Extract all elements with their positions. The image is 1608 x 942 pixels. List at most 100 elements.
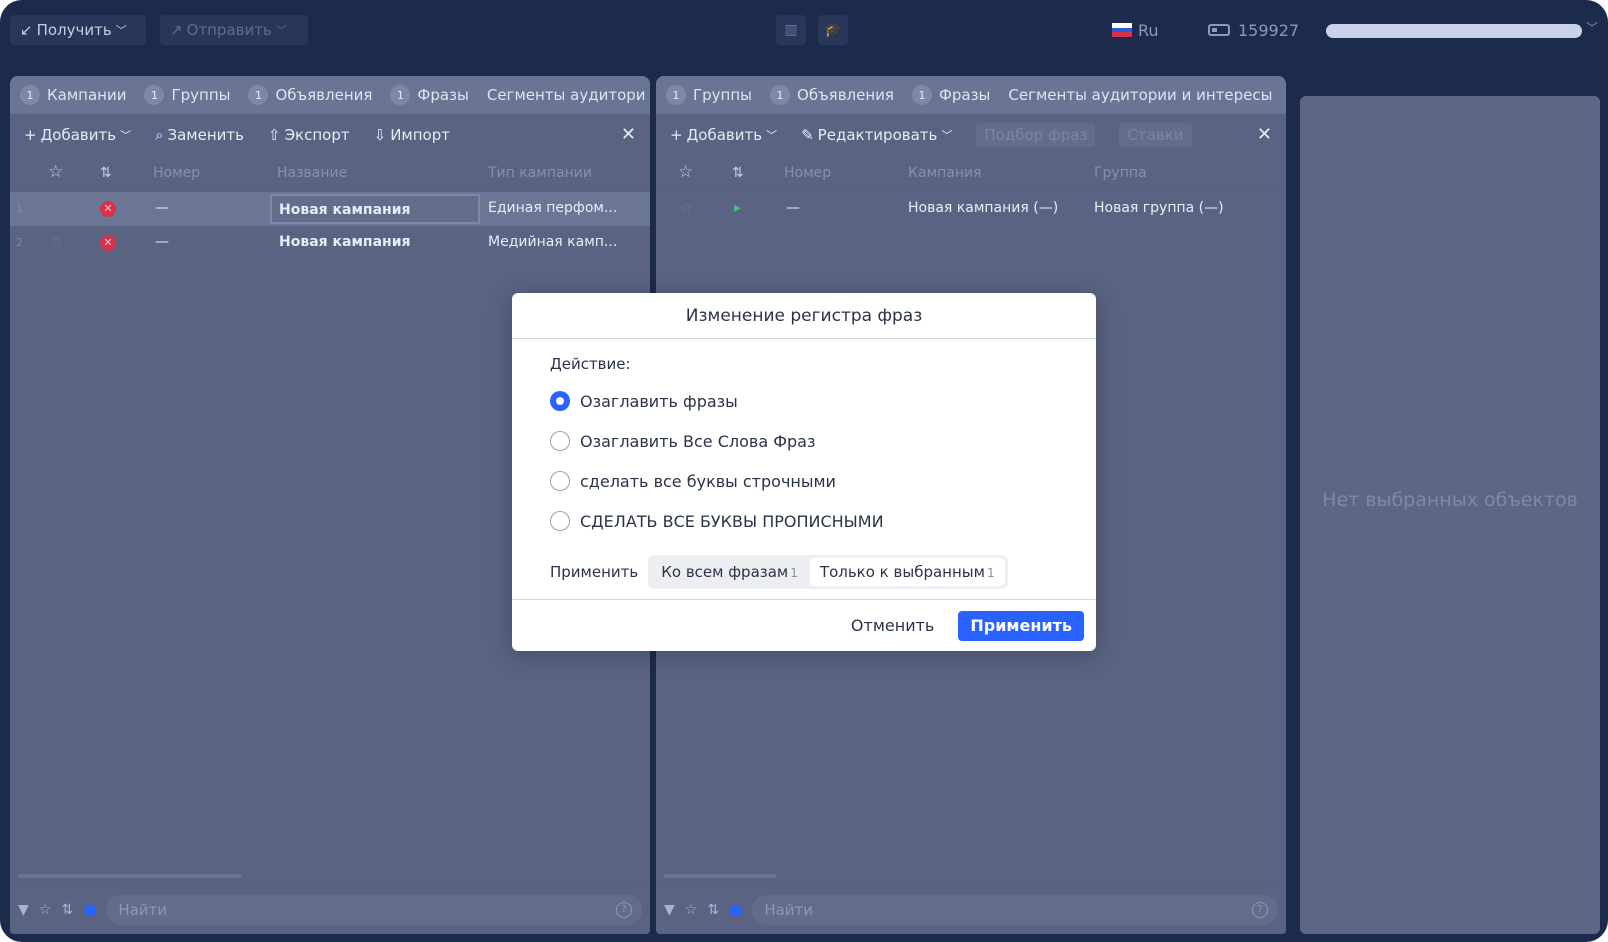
star-icon[interactable]: ☆	[50, 200, 63, 216]
status-icon[interactable]: ⇅	[100, 165, 112, 181]
scope-count: 1	[790, 566, 798, 580]
search-placeholder: Найти	[764, 900, 814, 919]
phrases-footer: ▼ ☆ ⇅ ■ Найти ?	[656, 884, 1286, 934]
tab-ads[interactable]: 1 Объявления	[770, 85, 894, 105]
layout-toggle-button[interactable]: ▥	[776, 15, 806, 45]
column-campaign-type[interactable]: Тип кампании	[488, 165, 592, 181]
status-icon[interactable]: ⇅	[707, 902, 719, 918]
campaign-name[interactable]: Новая кампания	[279, 234, 411, 250]
campaign-number: —	[155, 234, 169, 250]
tab-count: 1	[666, 85, 686, 105]
filter-icon[interactable]: ▼	[18, 902, 29, 918]
scope-label: Ко всем фразам	[661, 563, 789, 581]
dialog-body: Действие: Озаглавить фразы Озаглавить Вс…	[512, 339, 1096, 589]
column-number[interactable]: Номер	[153, 165, 200, 181]
option-label: сделать все буквы строчными	[580, 471, 836, 491]
add-button[interactable]: + Добавить ﹀	[670, 126, 777, 144]
send-button[interactable]: ↗ Отправить ﹀	[160, 15, 308, 45]
star-icon[interactable]: ☆	[678, 162, 693, 182]
tab-campaigns[interactable]: 1 Кампании	[20, 85, 126, 105]
learning-button[interactable]: 🎓	[818, 15, 848, 45]
table-row[interactable]: 1 ☆ ✕ — Новая кампания Единая перфом...	[10, 192, 650, 226]
database-icon[interactable]: ■	[83, 902, 96, 918]
tab-label: Сегменты аудитори	[486, 86, 646, 104]
tab-label: Объявления	[797, 86, 894, 104]
horizontal-scrollbar[interactable]	[18, 874, 242, 878]
tab-count: 1	[911, 85, 932, 105]
tab-phrases[interactable]: 1 Фразы	[390, 85, 469, 105]
radio-unselected[interactable]	[550, 431, 570, 451]
option-capitalize-all-words[interactable]: Озаглавить Все Слова Фраз	[550, 421, 1058, 461]
table-row[interactable]: 1 ☆ ▸ — Новая кампания (—) Новая группа …	[656, 192, 1286, 226]
option-uppercase[interactable]: СДЕЛАТЬ ВСЕ БУКВЫ ПРОПИСНЫМИ	[550, 501, 1058, 541]
star-icon[interactable]: ☆	[50, 234, 63, 250]
import-icon: ⇩	[373, 126, 387, 144]
help-icon[interactable]: ?	[1252, 901, 1268, 918]
radio-unselected[interactable]	[550, 471, 570, 491]
star-icon[interactable]: ☆	[48, 162, 63, 182]
table-row[interactable]: 2 ☆ ✕ — Новая кампания Медийная камп...	[10, 226, 650, 260]
chevron-down-icon: ﹀	[115, 24, 127, 37]
status-icon[interactable]: ⇅	[732, 165, 744, 181]
star-icon[interactable]: ☆	[685, 902, 698, 918]
export-button[interactable]: ⇧ Экспорт	[268, 126, 350, 144]
dialog-title: Изменение регистра фраз	[512, 293, 1096, 339]
tab-groups[interactable]: 1 Группы	[666, 85, 752, 105]
campaign-name[interactable]: Новая кампания	[270, 194, 480, 224]
replace-button[interactable]: ⌕ Заменить	[155, 126, 244, 144]
language-selector[interactable]: Ru	[1112, 17, 1159, 43]
column-group[interactable]: Группа	[1094, 165, 1147, 181]
star-icon[interactable]: ☆	[39, 902, 52, 918]
account-selector[interactable]	[1326, 24, 1582, 38]
edit-button[interactable]: ✎ Редактировать ﹀	[801, 126, 952, 144]
scope-all-phrases[interactable]: Ко всем фразам 1	[651, 558, 808, 586]
help-icon[interactable]: ?	[616, 901, 632, 918]
phrase-pick-button[interactable]: Подбор фраз	[976, 123, 1096, 147]
bids-button[interactable]: Ставки	[1119, 123, 1192, 147]
get-button[interactable]: ↙ Получить ﹀	[10, 15, 146, 45]
status-icon[interactable]: ⇅	[61, 902, 73, 918]
tab-ads[interactable]: 1 Объявления	[248, 85, 372, 105]
import-button[interactable]: ⇩ Импорт	[374, 126, 450, 144]
plus-icon: +	[670, 126, 683, 144]
column-number[interactable]: Номер	[784, 165, 831, 181]
column-name[interactable]: Название	[277, 165, 347, 181]
tab-audience-segments[interactable]: Сегменты аудитории и интересы	[1008, 86, 1272, 104]
change-case-dialog: Изменение регистра фраз Действие: Озагла…	[512, 293, 1096, 651]
close-icon[interactable]: ✕	[621, 124, 636, 145]
chevron-down-icon[interactable]: ﹀	[1586, 19, 1598, 36]
option-capitalize-phrases[interactable]: Озаглавить фразы	[550, 381, 1058, 421]
add-button[interactable]: + Добавить ﹀	[24, 126, 131, 144]
search-input[interactable]: Найти ?	[106, 894, 642, 925]
radio-selected[interactable]	[550, 391, 570, 411]
search-input[interactable]: Найти ?	[752, 894, 1278, 925]
phrase-pick-label: Подбор фраз	[984, 126, 1088, 144]
tab-label: Группы	[171, 86, 231, 104]
column-campaign[interactable]: Кампания	[908, 165, 982, 181]
tab-phrases[interactable]: 1 Фразы	[911, 85, 991, 105]
row-number: 1	[16, 202, 23, 215]
apply-scope-row: Применить Ко всем фразам 1 Только к выбра…	[550, 555, 1058, 589]
option-label: Озаглавить Все Слова Фраз	[580, 431, 816, 451]
phrase-number: —	[786, 200, 800, 216]
radio-unselected[interactable]	[550, 511, 570, 531]
option-lowercase[interactable]: сделать все буквы строчными	[550, 461, 1058, 501]
cancel-button[interactable]: Отменить	[851, 616, 934, 635]
scope-selected-only[interactable]: Только к выбранным 1	[809, 558, 1005, 586]
tab-groups[interactable]: 1 Группы	[144, 85, 230, 105]
language-label: Ru	[1138, 20, 1159, 40]
layout-icon: ▥	[784, 22, 798, 38]
tab-audience-segments[interactable]: Сегменты аудитори	[487, 86, 646, 104]
add-label: Добавить	[686, 126, 763, 144]
row-number: 2	[16, 236, 23, 249]
close-icon[interactable]: ✕	[1257, 124, 1272, 145]
horizontal-scrollbar[interactable]	[664, 874, 776, 878]
tab-label: Фразы	[417, 86, 469, 104]
scope-count: 1	[986, 566, 995, 580]
apply-button[interactable]: Применить	[958, 610, 1084, 641]
filter-icon[interactable]: ▼	[664, 902, 675, 918]
star-icon[interactable]: ☆	[680, 200, 693, 216]
tab-label: Фразы	[938, 86, 991, 104]
export-label: Экспорт	[284, 126, 350, 144]
database-icon[interactable]: ■	[729, 902, 742, 918]
